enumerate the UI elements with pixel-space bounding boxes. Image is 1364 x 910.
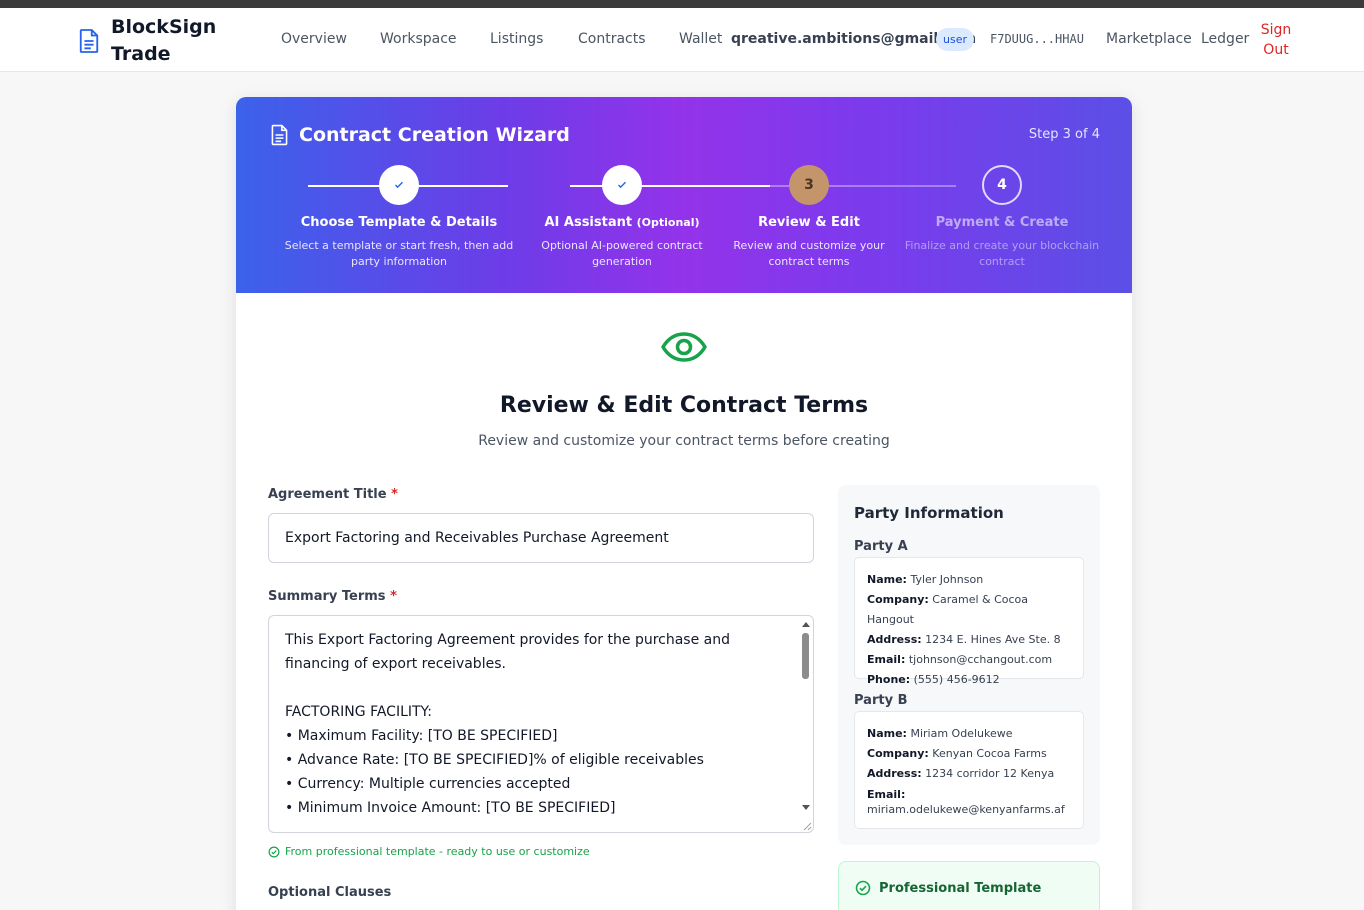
resize-handle-icon[interactable] — [800, 819, 812, 831]
party-information-title: Party Information — [854, 504, 1004, 522]
field-label: Email: — [867, 653, 906, 666]
field-value: (555) 456-9612 — [913, 673, 1000, 686]
field-label: Address: — [867, 633, 922, 646]
document-icon — [79, 29, 99, 53]
nav-workspace[interactable]: Workspace — [380, 31, 457, 47]
step-2-title: AI Assistant (Optional) — [532, 215, 712, 230]
step-3-title: Review & Edit — [758, 215, 860, 230]
summary-terms-label: Summary Terms * — [268, 589, 397, 604]
role-badge: user — [936, 28, 974, 51]
professional-template-title: Professional Template — [855, 880, 1041, 896]
document-icon — [271, 124, 288, 146]
field-label: Name: — [867, 573, 907, 586]
window-top-bar — [0, 0, 1364, 8]
nav-ledger[interactable]: Ledger — [1201, 31, 1249, 47]
party-a-email: Email: tjohnson@cchangout.com — [867, 650, 1071, 670]
field-value: Kenyan Cocoa Farms — [932, 747, 1047, 760]
nav-marketplace[interactable]: Marketplace — [1106, 31, 1192, 47]
professional-template-text: Professional Template — [879, 880, 1042, 896]
step-2-check-icon[interactable] — [602, 165, 642, 205]
step-1-description: Select a template or start fresh, then a… — [284, 239, 514, 268]
field-label: Phone: — [867, 673, 911, 686]
required-marker: * — [391, 487, 398, 502]
step-connector — [570, 185, 770, 187]
field-label: Company: — [867, 747, 929, 760]
party-a-address: Address: 1234 E. Hines Ave Ste. 8 — [867, 630, 1071, 650]
party-b-name: Name: Miriam Odelukewe — [867, 724, 1071, 744]
wizard-card: Contract Creation Wizard Step 3 of 4 Cho… — [236, 97, 1132, 910]
party-a-label: Party A — [854, 539, 908, 554]
step-2-description: Optional AI-powered contract generation — [541, 239, 703, 268]
professional-template-badge: Professional Template — [838, 861, 1100, 910]
step-1-check-icon[interactable] — [379, 165, 419, 205]
party-a-name: Name: Tyler Johnson — [867, 570, 1071, 590]
scrollbar-thumb[interactable] — [802, 633, 809, 679]
field-label: Company: — [867, 593, 929, 606]
party-a-company: Company: Caramel & Cocoa Hangout — [867, 590, 1071, 630]
check-circle-icon — [855, 880, 871, 896]
step-4-title: Payment & Create — [935, 215, 1069, 230]
field-value: 1234 corridor 12 Kenya — [925, 767, 1055, 780]
field-label: Address: — [867, 767, 922, 780]
field-label: Name: — [867, 727, 907, 740]
app-header: BlockSign Trade Overview Workspace Listi… — [0, 8, 1364, 72]
nav-wallet[interactable]: Wallet — [679, 31, 722, 47]
page-title: Review & Edit Contract Terms — [499, 393, 869, 418]
summary-terms-textarea[interactable]: This Export Factoring Agreement provides… — [268, 615, 814, 833]
required-marker: * — [390, 589, 397, 604]
agreement-title-label-text: Agreement Title — [268, 487, 387, 502]
step-4-description: Finalize and create your blockchain cont… — [904, 239, 1100, 268]
field-value: miriam.odelukewe@kenyanfarms.af — [867, 803, 1065, 816]
wizard-header: Contract Creation Wizard Step 3 of 4 Cho… — [236, 97, 1132, 293]
party-b-address: Address: 1234 corridor 12 Kenya — [867, 764, 1071, 784]
page-subtitle: Review and customize your contract terms… — [478, 433, 890, 449]
optional-clauses-label: Optional Clauses — [268, 885, 392, 900]
party-a-phone: Phone: (555) 456-9612 — [867, 670, 1071, 690]
step-2-title-text: AI Assistant — [544, 215, 633, 230]
nav-overview[interactable]: Overview — [281, 31, 347, 47]
step-1-title: Choose Template & Details — [300, 215, 498, 230]
brand[interactable]: BlockSign Trade — [78, 14, 221, 68]
summary-terms-label-text: Summary Terms — [268, 589, 386, 604]
nav-contracts[interactable]: Contracts — [578, 31, 646, 47]
sign-out-button[interactable]: Sign Out — [1260, 20, 1292, 60]
eye-icon — [661, 332, 707, 362]
template-hint-text: From professional template - ready to us… — [285, 845, 590, 858]
wizard-title-text: Contract Creation Wizard — [299, 124, 570, 146]
check-circle-icon — [268, 846, 280, 857]
step-3-indicator[interactable]: 3 — [789, 165, 829, 205]
step-counter: Step 3 of 4 — [1028, 127, 1100, 142]
field-value: tjohnson@cchangout.com — [908, 653, 1053, 666]
field-label: Email: — [867, 788, 906, 801]
party-information-panel: Party Information Party A Name: Tyler Jo… — [838, 485, 1100, 845]
step-3-description: Review and customize your contract terms — [733, 239, 885, 268]
step-4-indicator[interactable]: 4 — [982, 165, 1022, 205]
party-b-label: Party B — [854, 693, 908, 708]
wizard-title: Contract Creation Wizard — [270, 124, 570, 146]
party-b-email: Email: miriam.odelukewe@kenyanfarms.af — [867, 784, 1071, 817]
template-hint: From professional template - ready to us… — [268, 845, 590, 858]
nav-listings[interactable]: Listings — [490, 31, 543, 47]
field-value: Tyler Johnson — [910, 573, 984, 586]
party-b-card: Name: Miriam Odelukewe Company: Kenyan C… — [854, 711, 1084, 829]
wallet-address[interactable]: F7DUUG...HHAU — [990, 32, 1084, 46]
field-value: Miriam Odelukewe — [910, 727, 1013, 740]
agreement-title-label: Agreement Title * — [268, 487, 398, 502]
agreement-title-input[interactable]: Export Factoring and Receivables Purchas… — [268, 513, 814, 563]
step-2-optional-tag: (Optional) — [636, 216, 700, 229]
party-a-card: Name: Tyler Johnson Company: Caramel & C… — [854, 557, 1084, 686]
brand-name: BlockSign Trade — [111, 16, 217, 65]
party-b-company: Company: Kenyan Cocoa Farms — [867, 744, 1071, 764]
field-value: 1234 E. Hines Ave Ste. 8 — [925, 633, 1061, 646]
